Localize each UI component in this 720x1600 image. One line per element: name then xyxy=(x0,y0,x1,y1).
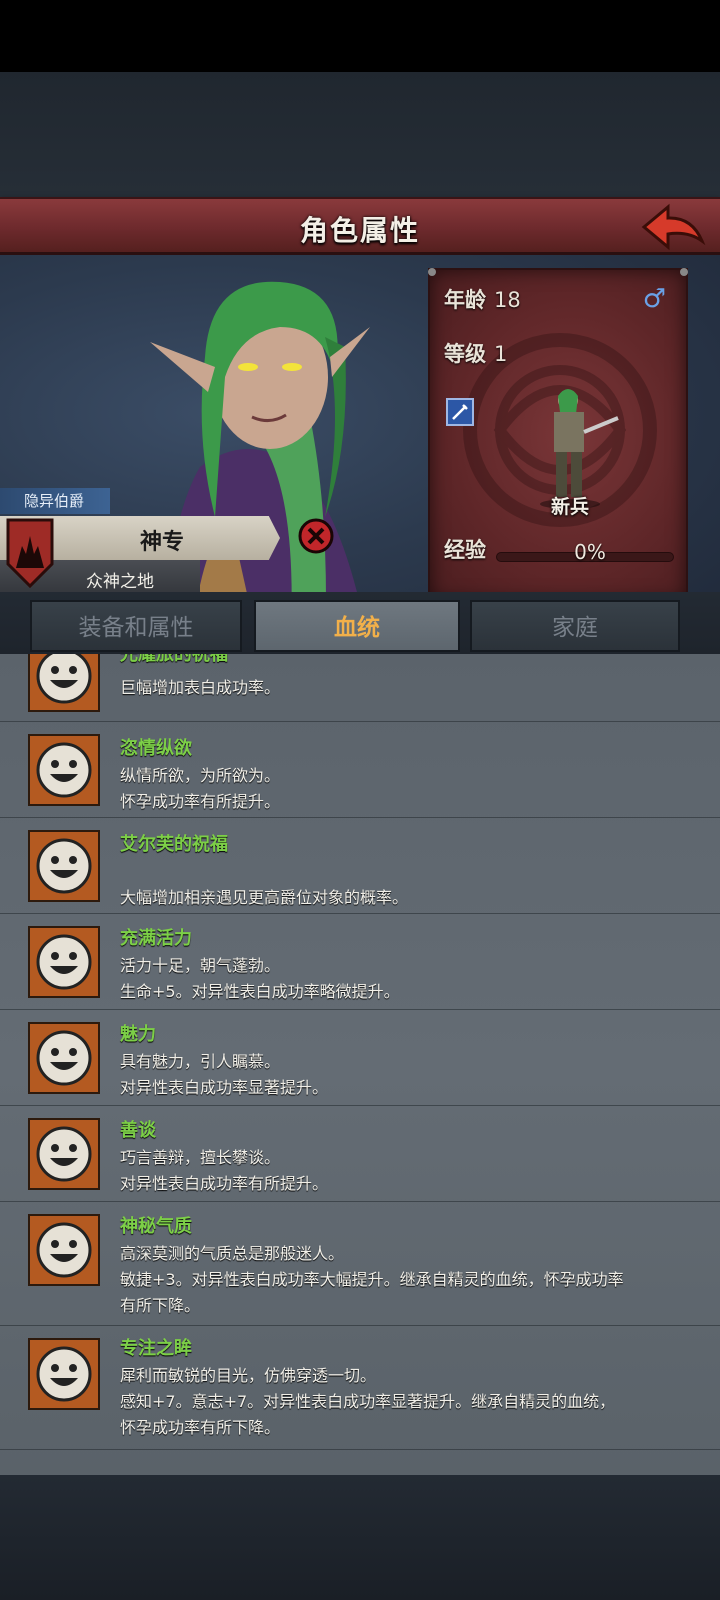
back-arrow-icon[interactable] xyxy=(640,203,706,251)
age-value: 18 xyxy=(494,288,521,312)
trait-description: 巧言善辩，擅长攀谈。 xyxy=(120,1148,281,1167)
smiley-trait-icon xyxy=(28,926,100,998)
trait-list[interactable]: 光耀旅的祝福 巨幅增加表白成功率。 恣情纵欲 纵情所欲，为所欲为。 怀孕成功率有… xyxy=(0,654,720,1475)
age-label: 年龄 xyxy=(444,288,486,312)
list-item[interactable]: 神秘气质 高深莫测的气质总是那般迷人。 敏捷+3。对异性表白成功率大幅提升。继承… xyxy=(0,1202,720,1326)
trait-name: 专注之眸 xyxy=(120,1338,192,1359)
class-label: 新兵 xyxy=(550,496,589,518)
title-banner: 角色属性 xyxy=(0,197,720,255)
trait-description: 犀利而敏锐的目光，仿佛穿透一切。 xyxy=(120,1366,377,1385)
homeland-name: 众神之地 xyxy=(86,572,154,592)
character-info-panel: 年龄 18 ♂ 等级 1 新兵 经验 0% xyxy=(428,268,688,602)
trait-description: 对异性表白成功率有所提升。 xyxy=(120,1174,329,1193)
trait-description: 高深莫测的气质总是那般迷人。 xyxy=(120,1244,345,1263)
trait-description: 感知+7。意志+7。对异性表白成功率显著提升。继承自精灵的血统， xyxy=(120,1392,616,1411)
list-item[interactable]: 魅力 具有魅力，引人瞩慕。 对异性表白成功率显著提升。 xyxy=(0,1010,720,1106)
page-title: 角色属性 xyxy=(299,214,420,247)
top-background xyxy=(0,72,720,197)
smiley-trait-icon xyxy=(28,1022,100,1094)
rivet xyxy=(428,268,436,276)
rivet xyxy=(680,268,688,276)
level-label: 等级 xyxy=(444,342,486,366)
tab-family[interactable]: 家庭 xyxy=(470,600,680,652)
trait-description: 活力十足，朝气蓬勃。 xyxy=(120,956,281,975)
close-icon[interactable] xyxy=(298,518,334,554)
trait-description: 生命+5。对异性表白成功率略微提升。 xyxy=(120,982,400,1001)
trait-name: 神秘气质 xyxy=(120,1216,192,1237)
smiley-trait-icon xyxy=(28,654,100,712)
smiley-trait-icon xyxy=(28,1338,100,1410)
house-crest-icon xyxy=(6,518,54,588)
trait-description: 具有魅力，引人瞩慕。 xyxy=(120,1052,281,1071)
bottom-background xyxy=(0,1475,720,1600)
list-item[interactable]: 艾尔芙的祝福 大幅增加相亲遇见更高爵位对象的概率。 xyxy=(0,818,720,914)
list-item[interactable]: 专注之眸 犀利而敏锐的目光，仿佛穿透一切。 感知+7。意志+7。对异性表白成功率… xyxy=(0,1326,720,1450)
exp-percent: 0% xyxy=(574,540,606,564)
smiley-trait-icon xyxy=(28,830,100,902)
smiley-trait-icon xyxy=(28,1214,100,1286)
dagger-skill-icon[interactable] xyxy=(446,398,474,426)
exp-label: 经验 xyxy=(444,538,486,562)
age-row: 年龄 18 xyxy=(444,284,521,314)
list-item[interactable]: 善谈 巧言善辩，擅长攀谈。 对异性表白成功率有所提升。 xyxy=(0,1106,720,1202)
tab-equipment-attributes[interactable]: 装备和属性 xyxy=(30,600,242,652)
tab-bar: 装备和属性 血统 家庭 xyxy=(0,592,720,654)
character-name: 神专 xyxy=(139,530,184,555)
smiley-trait-icon xyxy=(28,1118,100,1190)
trait-name: 光耀旅的祝福 xyxy=(120,654,228,665)
trait-name: 善谈 xyxy=(120,1120,156,1141)
level-value: 1 xyxy=(494,342,508,366)
smiley-trait-icon xyxy=(28,734,100,806)
trait-description: 巨幅增加表白成功率。 xyxy=(120,678,281,697)
trait-description: 有所下降。 xyxy=(120,1296,201,1315)
trait-name: 艾尔芙的祝福 xyxy=(120,834,228,855)
male-icon: ♂ xyxy=(642,284,666,314)
tab-bloodline[interactable]: 血统 xyxy=(254,600,460,652)
trait-name: 魅力 xyxy=(120,1024,156,1045)
trait-name: 恣情纵欲 xyxy=(120,738,192,759)
level-row: 等级 1 xyxy=(444,338,507,368)
trait-description: 怀孕成功率有所下降。 xyxy=(120,1418,281,1437)
trait-description: 怀孕成功率有所提升。 xyxy=(120,792,281,811)
list-item[interactable]: 充满活力 活力十足，朝气蓬勃。 生命+5。对异性表白成功率略微提升。 xyxy=(0,914,720,1010)
trait-description: 大幅增加相亲遇见更高爵位对象的概率。 xyxy=(120,888,409,907)
trait-description: 敏捷+3。对异性表白成功率大幅提升。继承自精灵的血统，怀孕成功率 xyxy=(120,1270,624,1289)
list-item[interactable]: 光耀旅的祝福 巨幅增加表白成功率。 xyxy=(0,654,720,722)
trait-name: 充满活力 xyxy=(120,928,192,949)
rank-title: 隐异伯爵 xyxy=(0,488,110,514)
trait-description: 对异性表白成功率显著提升。 xyxy=(120,1078,329,1097)
trait-description: 纵情所欲，为所欲为。 xyxy=(120,766,281,785)
list-item[interactable]: 恣情纵欲 纵情所欲，为所欲为。 怀孕成功率有所提升。 xyxy=(0,722,720,818)
status-bar xyxy=(0,0,720,72)
